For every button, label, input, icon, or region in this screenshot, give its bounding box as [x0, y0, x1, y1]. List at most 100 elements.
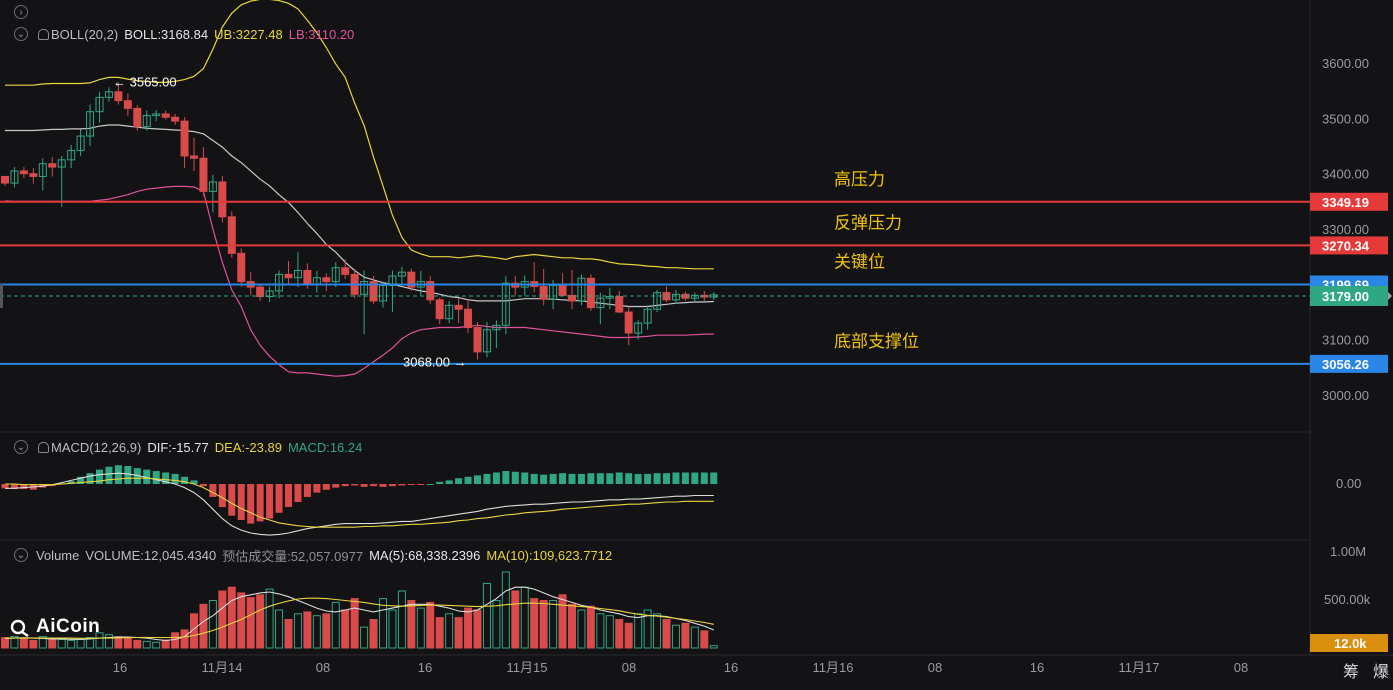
volume-bar-down — [256, 594, 265, 649]
volume-ma5-value: MA(5):68,338.2396 — [369, 547, 481, 563]
volume-bar-down — [199, 603, 208, 649]
macd-hist-up — [483, 473, 491, 484]
chevron-right-icon[interactable]: › — [14, 5, 28, 19]
volume-bar-down — [246, 597, 255, 649]
resistance-level-label: 3349.19 — [1322, 195, 1369, 210]
liquidation-button[interactable]: 爆 — [1373, 658, 1389, 682]
macd-hist-up — [474, 475, 481, 484]
candle-down — [19, 170, 28, 175]
price-tick-label: 3100.00 — [1322, 333, 1369, 348]
volume-bar-down — [681, 622, 690, 649]
volume-bar-down — [511, 590, 520, 649]
collapse-chevron-icon[interactable]: ⌄ — [14, 548, 28, 562]
macd-hist-up — [587, 473, 595, 484]
volume-bar-down — [303, 611, 312, 649]
price-tick-label: 3600.00 — [1322, 56, 1369, 71]
chips-button[interactable]: 筹 — [1343, 658, 1359, 682]
macd-hist-down — [303, 484, 311, 497]
boll-ub-value: UB:3227.48 — [214, 26, 283, 42]
volume-bar-down — [426, 601, 435, 649]
macd-hist-up — [152, 471, 160, 484]
volume-bar-down — [171, 632, 180, 649]
volume-bar-down — [19, 638, 28, 649]
candlestick-chart[interactable]: 3000.003100.003200.003300.003400.003500.… — [0, 0, 1393, 690]
volume-bar-down — [48, 638, 57, 649]
volume-current-label: 12.0k — [1334, 636, 1367, 651]
boll-label[interactable]: BOLL(20,2) — [51, 27, 118, 42]
candle-down — [615, 296, 624, 313]
macd-hist-up — [634, 473, 642, 484]
time-tick-label: 11月15 — [507, 660, 548, 675]
volume-label[interactable]: Volume — [36, 548, 79, 563]
candle-down — [190, 155, 198, 159]
volume-bar-down — [615, 619, 624, 649]
candle-down — [454, 304, 463, 310]
time-tick-label: 08 — [1234, 660, 1248, 675]
volume-bar-down — [539, 600, 548, 649]
volume-bar-down — [369, 619, 378, 649]
candle-down — [624, 311, 633, 334]
time-tick-label: 08 — [622, 660, 636, 675]
bell-icon[interactable] — [38, 28, 49, 40]
macd-hist-down — [313, 484, 321, 493]
macd-hist-up — [663, 473, 670, 484]
candle-down — [29, 173, 38, 177]
volume-tick-label: 500.00k — [1324, 592, 1371, 607]
support-level-label: 3056.26 — [1322, 357, 1369, 372]
macd-hist-down — [294, 484, 302, 502]
volume-bar-down — [284, 619, 293, 649]
macd-hist-up — [502, 471, 510, 484]
high-price-marker: ← 3565.00 — [113, 74, 177, 89]
aicoin-logo-icon — [10, 617, 30, 637]
macd-hist-up — [492, 472, 500, 484]
volume-indicator-header: ⌄ Volume VOLUME:12,045.4340 预估成交量:52,057… — [14, 545, 612, 565]
volume-bar-down — [161, 639, 170, 649]
time-tick-label: 08 — [928, 660, 942, 675]
macd-hist-down — [209, 484, 217, 497]
macd-label[interactable]: MACD(12,26,9) — [51, 440, 141, 455]
candle-down — [473, 326, 482, 353]
macd-hist-down — [407, 484, 415, 485]
time-tick-label: 11月14 — [202, 660, 243, 675]
candle-down — [218, 181, 227, 218]
macd-hist-down — [351, 484, 359, 486]
bell-icon[interactable] — [38, 441, 49, 453]
volume-tick-label: 1.00M — [1330, 544, 1366, 559]
collapse-chevron-icon[interactable]: ⌄ — [14, 27, 28, 41]
macd-hist-down — [199, 484, 207, 487]
top-chevron[interactable]: › — [14, 2, 28, 22]
macd-hist-down — [266, 484, 274, 519]
volume-bar-down — [464, 607, 473, 649]
volume-bar-down — [568, 603, 576, 649]
volume-bar-down — [218, 590, 227, 649]
volume-bar-down — [530, 598, 539, 649]
candle-down — [284, 273, 293, 279]
volume-bar-down — [700, 630, 709, 649]
macd-hist-up — [681, 472, 689, 484]
macd-hist-up — [521, 472, 529, 484]
macd-hist-up — [615, 472, 623, 484]
volume-bar-down — [322, 613, 331, 649]
resistance-level-note: 高压力 — [834, 170, 885, 189]
price-tick-label: 3000.00 — [1322, 388, 1369, 403]
macd-indicator-header: ⌄ MACD(12,26,9) DIF:-15.77 DEA:-23.89 MA… — [14, 437, 362, 457]
candle-down — [464, 308, 473, 328]
volume-bar-down — [435, 617, 444, 649]
macd-hist-up — [105, 466, 113, 484]
volume-bar-down — [624, 622, 633, 649]
candle-down — [322, 277, 331, 283]
macd-hist-up — [700, 472, 708, 484]
macd-hist-down — [228, 484, 236, 516]
boll-indicator-header: ⌄ BOLL(20,2) BOLL:3168.84 UB:3227.48 LB:… — [14, 24, 354, 44]
left-drag-handle — [0, 283, 3, 308]
macd-hist-up — [530, 473, 538, 484]
collapse-chevron-icon[interactable]: ⌄ — [14, 440, 28, 454]
time-tick-label: 16 — [724, 660, 738, 675]
macd-hist-down — [360, 484, 368, 487]
macd-hist-up — [171, 473, 179, 484]
candle-down — [256, 286, 265, 298]
macd-hist-up — [455, 478, 463, 484]
volume-bar-down — [473, 609, 482, 649]
low-price-marker: 3068.00 → — [403, 354, 467, 369]
volume-ma10-value: MA(10):109,623.7712 — [486, 547, 613, 563]
